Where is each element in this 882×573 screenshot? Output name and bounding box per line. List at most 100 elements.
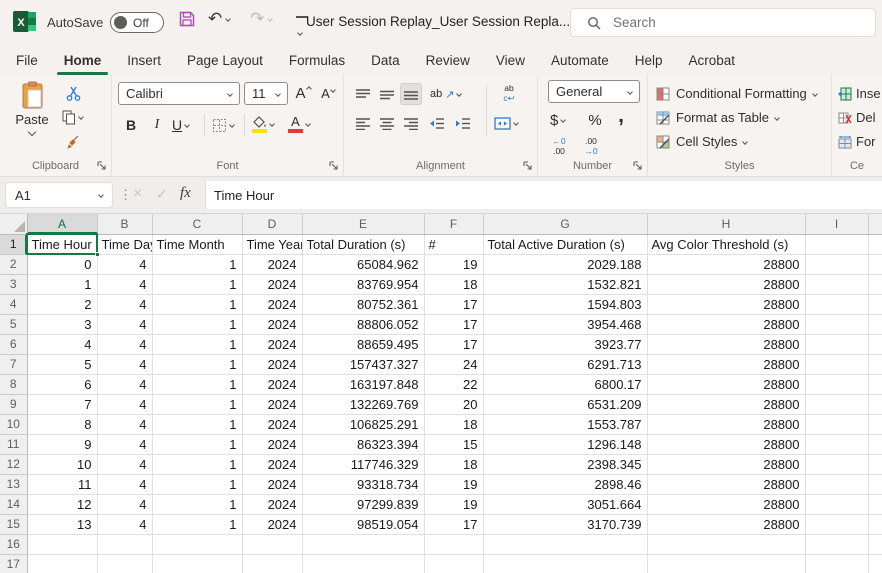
cell[interactable]: 4 (97, 414, 152, 434)
save-button[interactable] (178, 10, 196, 28)
cell[interactable]: 86323.394 (302, 434, 424, 454)
cell[interactable]: 1 (152, 294, 242, 314)
cell[interactable]: 83769.954 (302, 274, 424, 294)
cell[interactable]: Time Year (242, 234, 302, 254)
bold-button[interactable]: B (120, 114, 142, 136)
column-header[interactable]: C (152, 214, 242, 234)
cell[interactable]: 28800 (647, 334, 805, 354)
cell[interactable]: 28800 (647, 494, 805, 514)
cell[interactable] (242, 534, 302, 554)
cell[interactable]: 8 (27, 414, 97, 434)
cell[interactable] (805, 454, 868, 474)
cell[interactable]: 12 (27, 494, 97, 514)
cell[interactable]: 88806.052 (302, 314, 424, 334)
row-header[interactable]: 5 (0, 314, 27, 334)
fill-handle[interactable] (95, 252, 100, 257)
row-header[interactable]: 11 (0, 434, 27, 454)
italic-button[interactable]: I (146, 114, 168, 136)
cell[interactable]: 6291.713 (483, 354, 647, 374)
name-box[interactable]: A1 (5, 182, 113, 208)
cell[interactable] (424, 534, 483, 554)
cell[interactable] (805, 274, 868, 294)
formula-input[interactable]: Time Hour (205, 181, 882, 209)
cell[interactable]: 28800 (647, 314, 805, 334)
cell[interactable]: 1 (152, 314, 242, 334)
row-header[interactable]: 14 (0, 494, 27, 514)
cell[interactable]: 2024 (242, 414, 302, 434)
cell[interactable] (868, 414, 882, 434)
cell[interactable]: 2024 (242, 334, 302, 354)
cell[interactable]: 3923.77 (483, 334, 647, 354)
font-color-button[interactable]: A (286, 113, 312, 135)
row-header[interactable]: 2 (0, 254, 27, 274)
cell[interactable] (302, 534, 424, 554)
cell[interactable]: 1296.148 (483, 434, 647, 454)
cell[interactable]: 7 (27, 394, 97, 414)
cell[interactable]: 93318.734 (302, 474, 424, 494)
cell[interactable]: 2024 (242, 314, 302, 334)
cell[interactable]: Time Month (152, 234, 242, 254)
cell[interactable]: 1553.787 (483, 414, 647, 434)
cell[interactable] (27, 534, 97, 554)
cell[interactable]: 2024 (242, 254, 302, 274)
cell[interactable] (805, 354, 868, 374)
column-header[interactable]: H (647, 214, 805, 234)
cell[interactable] (805, 374, 868, 394)
cell[interactable]: 1 (152, 334, 242, 354)
redo-button[interactable]: ↷ (250, 10, 272, 27)
cell[interactable] (805, 474, 868, 494)
cell[interactable]: 28800 (647, 414, 805, 434)
cell[interactable]: 24 (424, 354, 483, 374)
cell[interactable]: 4 (97, 434, 152, 454)
cell[interactable]: 1 (152, 514, 242, 534)
cell[interactable] (302, 554, 424, 573)
cell[interactable]: 65084.962 (302, 254, 424, 274)
cell[interactable]: 6531.209 (483, 394, 647, 414)
column-header[interactable]: B (97, 214, 152, 234)
tab-home[interactable]: Home (64, 45, 102, 75)
cell[interactable]: Total Duration (s) (302, 234, 424, 254)
row-header[interactable]: 10 (0, 414, 27, 434)
cell[interactable]: 13 (27, 514, 97, 534)
tab-view[interactable]: View (496, 45, 525, 75)
cell[interactable]: 5 (27, 354, 97, 374)
cell[interactable]: 18 (424, 414, 483, 434)
column-header[interactable]: G (483, 214, 647, 234)
row-header[interactable]: 16 (0, 534, 27, 554)
cell[interactable]: 1 (152, 254, 242, 274)
cell[interactable] (868, 274, 882, 294)
format-as-table-button[interactable]: Format as Table (656, 106, 779, 129)
cell[interactable] (868, 254, 882, 274)
font-name-select[interactable]: Calibri (118, 82, 240, 105)
cell[interactable] (805, 494, 868, 514)
search-input[interactable]: Search (570, 8, 876, 37)
delete-cells-button[interactable]: Del (838, 106, 876, 129)
cell[interactable]: 98519.054 (302, 514, 424, 534)
cell[interactable]: 1 (152, 274, 242, 294)
paste-button[interactable]: Paste (9, 81, 55, 135)
increase-decimal-button[interactable]: ←0 .00 (546, 135, 572, 157)
cell[interactable]: 132269.769 (302, 394, 424, 414)
cell[interactable]: 88659.495 (302, 334, 424, 354)
cell[interactable]: 2024 (242, 494, 302, 514)
row-header[interactable]: 15 (0, 514, 27, 534)
cell[interactable]: 4 (97, 474, 152, 494)
cell[interactable] (805, 554, 868, 573)
cell[interactable] (868, 434, 882, 454)
cell[interactable] (647, 534, 805, 554)
cell[interactable] (805, 534, 868, 554)
cell[interactable] (483, 554, 647, 573)
cell[interactable] (805, 234, 868, 254)
middle-align-button[interactable] (376, 83, 398, 105)
tab-review[interactable]: Review (426, 45, 470, 75)
cell[interactable]: 117746.329 (302, 454, 424, 474)
column-header[interactable]: F (424, 214, 483, 234)
cell[interactable]: 1 (152, 374, 242, 394)
row-header[interactable]: 13 (0, 474, 27, 494)
cell[interactable]: 1 (152, 494, 242, 514)
cell[interactable]: 106825.291 (302, 414, 424, 434)
cell[interactable] (97, 554, 152, 573)
cell[interactable]: 18 (424, 274, 483, 294)
cell[interactable]: 2024 (242, 294, 302, 314)
row-header[interactable]: 9 (0, 394, 27, 414)
